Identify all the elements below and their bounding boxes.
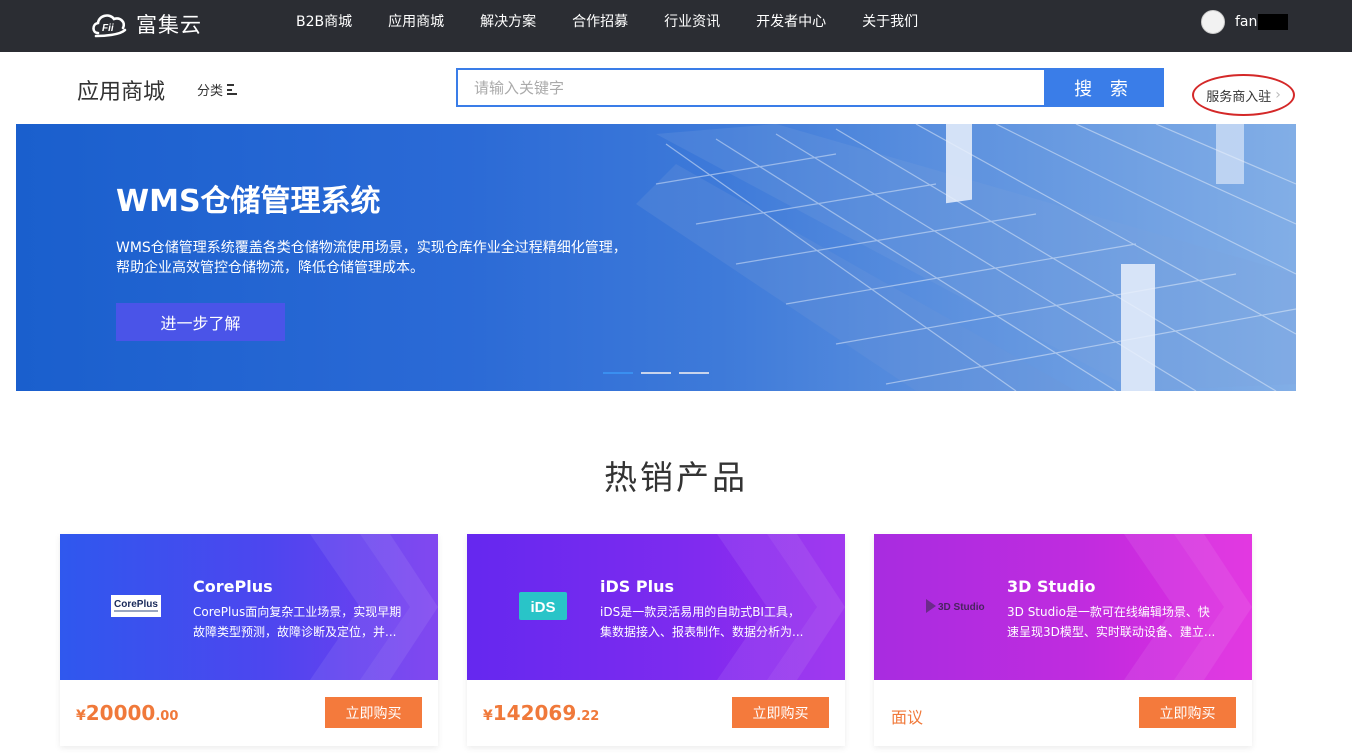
ids-logo-icon: iDS: [513, 584, 573, 628]
buy-now-button[interactable]: 立即购买: [1139, 697, 1236, 728]
nav-item-news[interactable]: 行业资讯: [646, 0, 738, 52]
avatar[interactable]: [1201, 10, 1225, 34]
product-card-3d-studio[interactable]: 3D Studio 3D Studio 3D Studio是一款可在线编辑场景、…: [874, 534, 1252, 746]
top-navbar: Fii 富集云 B2B商城 应用商城 解决方案 合作招募 行业资讯 开发者中心 …: [0, 0, 1352, 52]
nav-item-developer[interactable]: 开发者中心: [738, 0, 844, 52]
category-menu[interactable]: 分类: [197, 80, 238, 99]
nav-item-app-store[interactable]: 应用商城: [370, 0, 462, 52]
banner-desc-line: WMS仓储管理系统覆盖各类仓储物流使用场景，实现仓库作业全过程精细化管理，: [116, 240, 627, 256]
brand-name: 富集云: [136, 13, 202, 37]
category-label: 分类: [197, 84, 224, 99]
search-header: 应用商城 分类 搜 索 服务商入驻: [0, 52, 1352, 124]
product-name: CorePlus: [193, 577, 273, 596]
product-description: 3D Studio是一款可在线编辑场景、快 速呈现3D模型、实时联动设备、建立.…: [1007, 602, 1222, 642]
carousel-indicators: [603, 372, 717, 374]
product-card-ids-plus[interactable]: iDS iDS Plus iDS是一款灵活易用的自助式BI工具， 集数据接入、报…: [467, 534, 845, 746]
3d-studio-logo-icon: 3D Studio: [924, 584, 994, 628]
brand-logo[interactable]: Fii 富集云: [90, 9, 202, 39]
card-banner: 3D Studio 3D Studio 3D Studio是一款可在线编辑场景、…: [874, 534, 1252, 680]
product-desc-line: 3D Studio是一款可在线编辑场景、快: [1007, 605, 1210, 619]
learn-more-button[interactable]: 进一步了解: [116, 303, 285, 341]
cloud-logo-icon: Fii: [92, 14, 127, 38]
page-title: 应用商城: [77, 80, 166, 105]
product-description: CorePlus面向复杂工业场景，实现早期 故障类型预测，故障诊断及定位，并..…: [193, 602, 408, 642]
search-button[interactable]: 搜 索: [1044, 68, 1164, 107]
buy-now-button[interactable]: 立即购买: [732, 697, 829, 728]
banner-title: WMS仓储管理系统: [116, 184, 381, 219]
product-description: iDS是一款灵活易用的自助式BI工具， 集数据接入、报表制作、数据分析为...: [600, 602, 815, 642]
hero-banner[interactable]: WMS仓储管理系统 WMS仓储管理系统覆盖各类仓储物流使用场景，实现仓库作业全过…: [16, 124, 1296, 391]
product-desc-line: 速呈现3D模型、实时联动设备、建立...: [1007, 625, 1216, 639]
nav-item-solutions[interactable]: 解决方案: [462, 0, 554, 52]
buy-now-button[interactable]: 立即购买: [325, 697, 422, 728]
product-name: iDS Plus: [600, 577, 674, 596]
nav-item-b2b[interactable]: B2B商城: [278, 0, 370, 52]
username: fan: [1235, 14, 1258, 30]
product-price: ¥20000.00: [76, 701, 179, 725]
search-input[interactable]: [456, 68, 1046, 107]
product-price-negotiable: 面议: [891, 708, 924, 727]
product-card-coreplus[interactable]: CorePlus CorePlus CorePlus面向复杂工业场景，实现早期 …: [60, 534, 438, 746]
svg-text:3D Studio: 3D Studio: [938, 602, 985, 613]
merchant-join-link[interactable]: 服务商入驻: [1192, 74, 1295, 116]
redaction-block: [1258, 14, 1289, 30]
carousel-dot-3[interactable]: [679, 372, 709, 374]
svg-text:CorePlus: CorePlus: [114, 599, 158, 610]
product-price: ¥142069.22: [483, 701, 600, 725]
user-menu[interactable]: fan: [1201, 10, 1289, 34]
product-desc-line: CorePlus面向复杂工业场景，实现早期: [193, 605, 402, 619]
nav-item-about[interactable]: 关于我们: [844, 0, 936, 52]
product-name: 3D Studio: [1007, 577, 1096, 596]
product-desc-line: 故障类型预测，故障诊断及定位，并...: [193, 625, 397, 639]
card-banner: CorePlus CorePlus CorePlus面向复杂工业场景，实现早期 …: [60, 534, 438, 680]
carousel-dot-1[interactable]: [603, 372, 633, 374]
card-banner: iDS iDS Plus iDS是一款灵活易用的自助式BI工具， 集数据接入、报…: [467, 534, 845, 680]
banner-description: WMS仓储管理系统覆盖各类仓储物流使用场景，实现仓库作业全过程精细化管理， 帮助…: [116, 238, 676, 278]
menu-lines-icon: [227, 84, 238, 95]
svg-text:iDS: iDS: [530, 599, 555, 616]
nav-item-partners[interactable]: 合作招募: [554, 0, 646, 52]
main-nav: B2B商城 应用商城 解决方案 合作招募 行业资讯 开发者中心 关于我们: [278, 0, 936, 52]
product-desc-line: iDS是一款灵活易用的自助式BI工具，: [600, 605, 800, 619]
product-desc-line: 集数据接入、报表制作、数据分析为...: [600, 625, 804, 639]
carousel-dot-2[interactable]: [641, 372, 671, 374]
banner-desc-line: 帮助企业高效管控仓储物流，降低仓储管理成本。: [116, 260, 424, 276]
section-title: 热销产品: [604, 458, 748, 497]
coreplus-logo-icon: CorePlus: [106, 584, 166, 628]
svg-text:Fii: Fii: [102, 23, 114, 34]
